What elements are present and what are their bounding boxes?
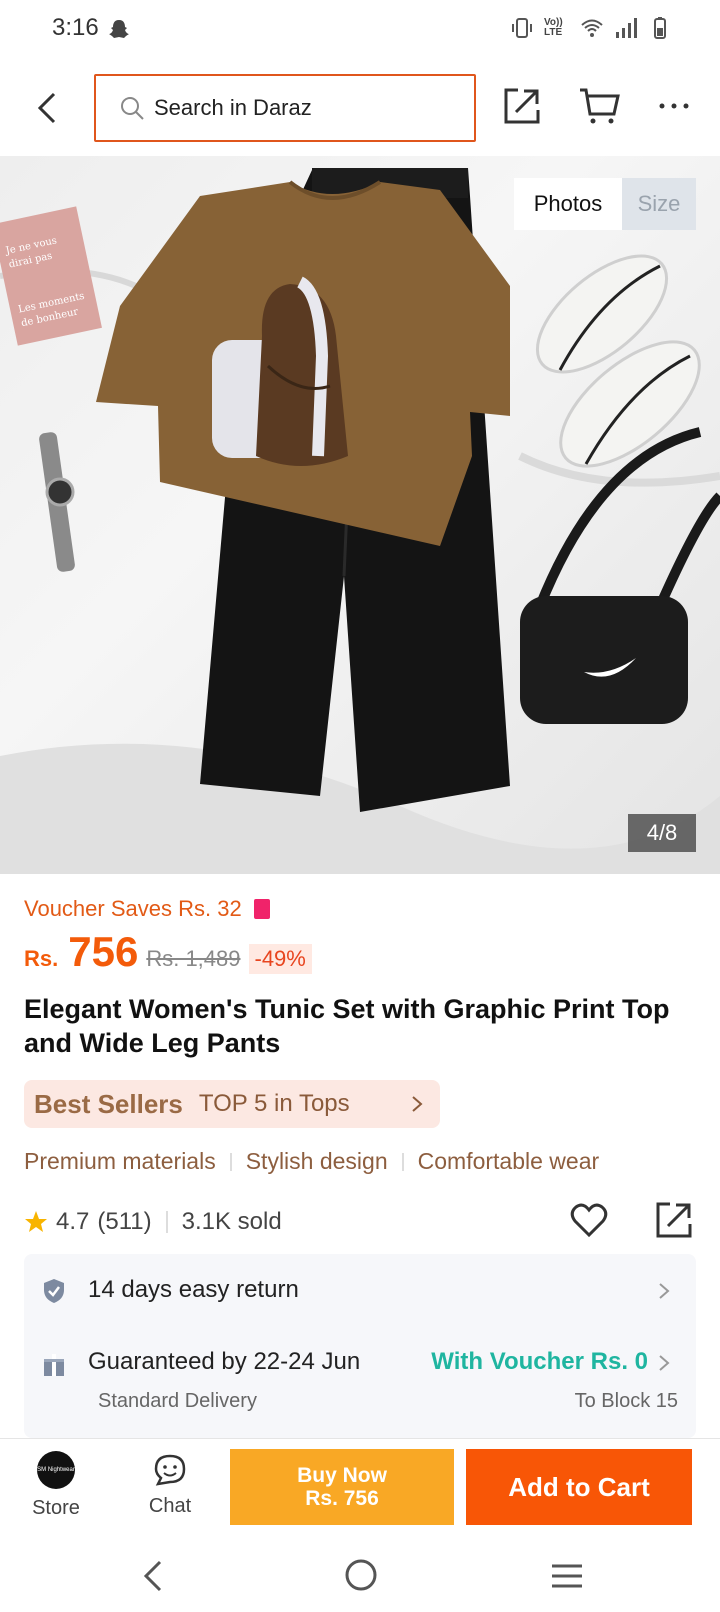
rating-row: 4.7 (511) 3.1K sold <box>24 1202 704 1242</box>
product-photo: Je ne vous dirai pas Les moments de bonh… <box>0 168 720 874</box>
delivery-row[interactable]: Guaranteed by 22-24 Jun With Voucher Rs.… <box>24 1328 696 1438</box>
header: Search in Daraz <box>0 60 720 156</box>
cart-icon[interactable] <box>578 86 620 126</box>
search-placeholder: Search in Daraz <box>154 95 312 120</box>
search-input[interactable]: Search in Daraz <box>94 74 476 142</box>
divider <box>229 1152 232 1171</box>
status-time: 3:16 <box>52 14 99 41</box>
feature-tag: Stylish design <box>245 1148 388 1174</box>
store-label: Store <box>32 1497 80 1519</box>
store-logo: SM Nightwear <box>37 1451 75 1489</box>
delivery-box-icon <box>44 1354 64 1376</box>
chevron-right-icon <box>659 1355 670 1371</box>
voucher-savings[interactable]: Voucher Saves Rs. 32 <box>24 896 270 922</box>
price-row: Rs. 756 Rs. 1,489 -49% <box>24 928 312 980</box>
bestseller-rank: TOP 5 in Tops <box>198 1090 350 1117</box>
discount-badge: -49% <box>248 944 312 974</box>
tshirt-image <box>96 180 510 546</box>
back-button[interactable] <box>30 86 66 130</box>
store-button[interactable]: SM Nightwear Store <box>20 1451 92 1531</box>
nav-back-icon[interactable] <box>140 1558 166 1594</box>
current-price: 756 <box>68 928 139 975</box>
tab-size[interactable]: Size <box>622 178 696 230</box>
delivery-type: Standard Delivery <box>98 1390 257 1412</box>
divider <box>401 1152 404 1171</box>
chat-label: Chat <box>148 1495 192 1517</box>
feature-tag: Comfortable wear <box>417 1148 600 1174</box>
sold-count: 3.1K sold <box>181 1208 282 1235</box>
gallery-tabs: Photos Size <box>514 178 696 230</box>
vibrate-icon <box>512 18 532 38</box>
share-icon[interactable] <box>654 1200 694 1240</box>
feature-tag: Premium materials <box>24 1148 216 1174</box>
service-info-box: 14 days easy return Guaranteed by 22-24 … <box>24 1254 696 1438</box>
delivery-date: Guaranteed by 22-24 Jun <box>88 1348 361 1375</box>
shield-check-icon <box>44 1279 64 1303</box>
status-icons: Vo)) LTE <box>510 16 672 40</box>
watch-image <box>39 432 75 572</box>
bag-image <box>520 427 720 724</box>
chevron-right-icon <box>412 1096 423 1112</box>
product-title: Elegant Women's Tunic Set with Graphic P… <box>24 994 670 1058</box>
snapchat-icon <box>109 20 129 38</box>
nav-home-icon[interactable] <box>344 1558 378 1592</box>
search-icon <box>121 97 144 120</box>
buy-now-button[interactable]: Buy Now Rs. 756 <box>230 1449 454 1525</box>
original-price: Rs. 1,489 <box>146 946 241 971</box>
share-icon[interactable] <box>502 86 542 126</box>
wishlist-heart-icon[interactable] <box>570 1202 608 1238</box>
voucher-text: Voucher Saves Rs. 32 <box>24 896 242 921</box>
review-count[interactable]: (511) <box>97 1208 151 1236</box>
system-navigation-bar <box>0 1542 720 1612</box>
more-options-icon[interactable] <box>656 96 692 116</box>
status-bar: 3:16 Vo)) LTE <box>0 0 720 60</box>
chat-icon <box>154 1454 186 1486</box>
star-icon <box>25 1211 47 1232</box>
product-image-gallery[interactable]: Je ne vous dirai pas Les moments de bonh… <box>0 156 720 874</box>
battery-icon <box>654 17 666 39</box>
signal-icon <box>616 18 637 38</box>
bottom-action-bar: SM Nightwear Store Chat Buy Now Rs. 756 … <box>0 1438 720 1542</box>
delivery-location: To Block 15 <box>574 1390 678 1412</box>
sneakers-image <box>535 254 701 468</box>
chevron-right-icon <box>659 1283 670 1299</box>
tab-photos[interactable]: Photos <box>514 178 622 230</box>
bestseller-badge: Best Sellers <box>34 1088 183 1119</box>
notebook-image: Je ne vous dirai pas Les moments de bonh… <box>0 206 102 346</box>
nav-recents-icon[interactable] <box>550 1562 584 1590</box>
chat-button[interactable]: Chat <box>132 1451 208 1531</box>
bestseller-banner[interactable]: Best Sellers TOP 5 in Tops <box>24 1080 440 1128</box>
feature-tags: Premium materials Stylish design Comfort… <box>24 1148 599 1175</box>
rating-value[interactable]: 4.7 <box>56 1208 89 1236</box>
image-counter: 4/8 <box>628 814 696 852</box>
divider <box>165 1211 168 1233</box>
price-currency: Rs. <box>24 946 59 971</box>
buy-now-label: Buy Now <box>297 1464 387 1487</box>
lte-indicator: Vo)) LTE <box>544 17 563 38</box>
voucher-icon <box>253 899 270 919</box>
delivery-voucher: With Voucher Rs. 0 <box>431 1348 648 1375</box>
return-policy-row[interactable]: 14 days easy return <box>24 1254 696 1328</box>
wifi-icon <box>581 19 603 37</box>
return-text: 14 days easy return <box>88 1276 299 1303</box>
buy-now-price: Rs. 756 <box>305 1487 379 1510</box>
add-to-cart-button[interactable]: Add to Cart <box>466 1449 692 1525</box>
